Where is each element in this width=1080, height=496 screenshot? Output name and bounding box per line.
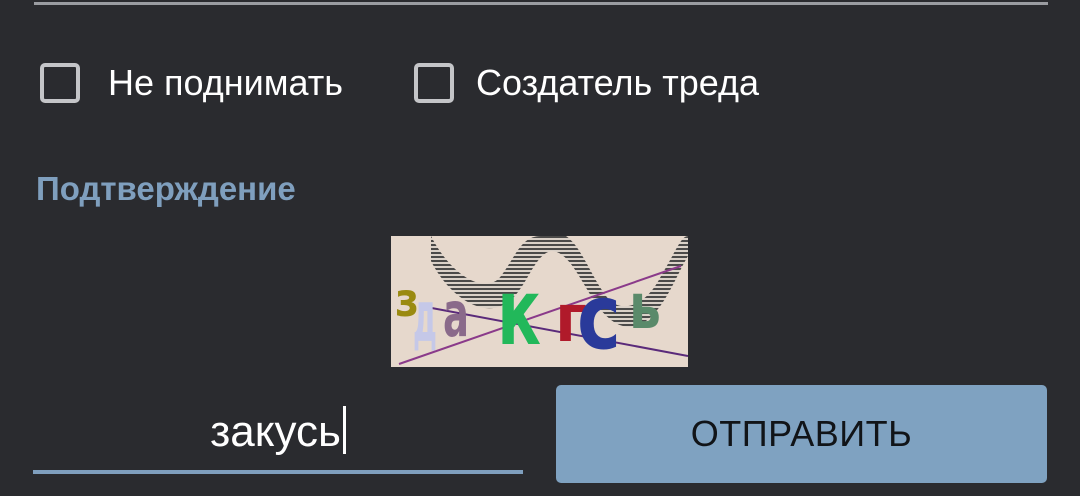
captcha-section-label: Подтверждение — [36, 170, 296, 207]
previous-field-underline — [34, 2, 1048, 5]
submit-button-label: ОТПРАВИТЬ — [690, 413, 913, 454]
input-underline — [33, 470, 523, 474]
captcha-answer-input[interactable]: закусь — [33, 398, 523, 476]
text-caret — [342, 406, 346, 454]
captcha-answer-value[interactable]: закусь — [210, 407, 341, 456]
checkbox-unchecked-icon[interactable] — [40, 63, 80, 103]
captcha-image: з д а к г с ь — [391, 236, 688, 367]
captcha-char-6: с — [577, 265, 621, 367]
thread-creator-label: Создатель треда — [476, 62, 760, 103]
no-bump-label: Не поднимать — [108, 62, 343, 103]
captcha-char-3: а — [443, 278, 469, 351]
captcha-char-4: к — [497, 259, 541, 366]
no-bump-checkbox[interactable]: Не поднимать — [40, 57, 343, 109]
submit-button[interactable]: ОТПРАВИТЬ — [556, 385, 1047, 483]
captcha-char-7: ь — [629, 270, 661, 343]
thread-creator-checkbox[interactable]: Создатель треда — [414, 57, 759, 109]
checkbox-unchecked-icon[interactable] — [414, 63, 454, 103]
captcha-char-2: д — [413, 276, 437, 358]
